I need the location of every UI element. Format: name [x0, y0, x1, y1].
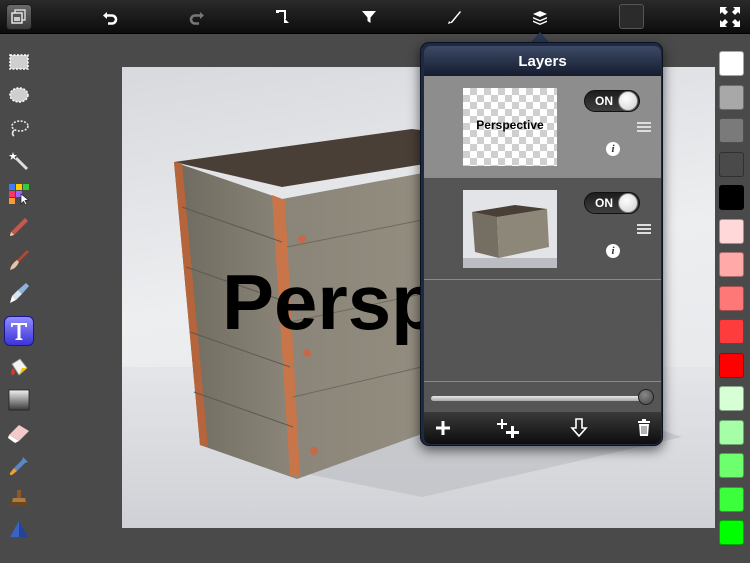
- adjust-button[interactable]: [441, 3, 469, 31]
- duplicate-layer-button[interactable]: [496, 416, 522, 440]
- layers-list: Perspective ON i ON i: [424, 76, 661, 412]
- text-tool[interactable]: [4, 316, 34, 346]
- color-select-icon: [9, 184, 30, 205]
- gradient-tool[interactable]: [4, 385, 34, 415]
- delete-layer-button[interactable]: [631, 416, 657, 440]
- lasso-icon: [11, 120, 29, 137]
- color-swatch[interactable]: [719, 486, 744, 512]
- undo-icon: [103, 12, 118, 25]
- layer-row-text[interactable]: Perspective ON i: [424, 76, 661, 178]
- ellipse-select-tool[interactable]: [4, 80, 34, 110]
- fill-bucket-icon: [11, 358, 28, 376]
- toggle-knob: [618, 91, 638, 111]
- layers-title: Layers: [424, 46, 661, 76]
- color-swatch[interactable]: [719, 84, 744, 110]
- layer-visibility-toggle[interactable]: ON: [584, 192, 640, 214]
- filters-button[interactable]: [355, 3, 383, 31]
- gallery-button[interactable]: [6, 4, 32, 30]
- add-layer-icon: [436, 421, 450, 435]
- color-select-tool[interactable]: [4, 179, 34, 209]
- magic-wand-icon: [9, 152, 29, 171]
- color-swatch[interactable]: [719, 453, 744, 478]
- color-swatch[interactable]: [719, 51, 744, 76]
- color-swatch[interactable]: [719, 285, 744, 311]
- color-swatch[interactable]: [719, 118, 744, 143]
- smudge-tool[interactable]: [4, 278, 34, 308]
- expand-icon: [720, 7, 740, 27]
- lasso-tool[interactable]: [4, 113, 34, 143]
- undo-button[interactable]: [96, 3, 124, 31]
- top-toolbar: [0, 0, 750, 34]
- layer-thumb-text: Perspective: [476, 118, 544, 132]
- color-swatch[interactable]: [719, 185, 744, 210]
- layer-row-photo[interactable]: ON i: [424, 178, 661, 280]
- color-swatch[interactable]: [719, 352, 744, 378]
- slider-track[interactable]: [431, 396, 646, 401]
- layers-button[interactable]: [526, 3, 554, 31]
- layers-footer: [424, 412, 661, 444]
- ellipse-select-icon: [9, 87, 29, 103]
- sharpen-tool[interactable]: [4, 514, 34, 544]
- fullscreen-button[interactable]: [716, 3, 744, 31]
- pencil-icon: [10, 218, 28, 236]
- color-swatch[interactable]: [719, 151, 744, 177]
- smudge-icon: [10, 283, 29, 303]
- duplicate-layer-icon: [497, 419, 519, 438]
- color-swatch[interactable]: [719, 319, 744, 344]
- tools-panel: [0, 34, 38, 563]
- transform-icon: [276, 10, 289, 23]
- box-thumbnail: [463, 190, 557, 268]
- layer-visibility-toggle[interactable]: ON: [584, 90, 640, 112]
- sharpen-icon: [10, 521, 28, 537]
- color-swatch[interactable]: [719, 252, 744, 277]
- paintbrush-tool[interactable]: [4, 245, 34, 275]
- gradient-icon: [8, 389, 30, 411]
- stamp-icon: [10, 490, 28, 506]
- slider-knob[interactable]: [638, 389, 654, 405]
- drag-handle-icon[interactable]: [637, 122, 651, 132]
- add-layer-button[interactable]: [430, 416, 456, 440]
- layers-icon: [533, 11, 547, 25]
- funnel-icon: [362, 11, 376, 23]
- eraser-tool[interactable]: [4, 418, 34, 448]
- fill-bucket-tool[interactable]: [4, 352, 34, 382]
- eyedropper-tool[interactable]: [4, 451, 34, 481]
- toggle-knob: [618, 193, 638, 213]
- brush-tip-icon: [448, 11, 461, 24]
- layers-popover: Layers Perspective ON i ON i: [420, 42, 663, 446]
- current-color-button[interactable]: [619, 4, 644, 29]
- drag-handle-icon[interactable]: [637, 224, 651, 234]
- merge-down-icon: [570, 418, 588, 438]
- transform-button[interactable]: [269, 3, 297, 31]
- rect-select-tool[interactable]: [4, 47, 34, 77]
- rect-select-icon: [9, 54, 29, 70]
- paintbrush-icon: [10, 250, 29, 270]
- eyedropper-icon: [10, 457, 28, 475]
- color-swatch[interactable]: [719, 419, 744, 445]
- redo-button[interactable]: [183, 3, 211, 31]
- pencil-tool[interactable]: [4, 212, 34, 242]
- redo-icon: [189, 12, 204, 25]
- eraser-icon: [8, 425, 29, 443]
- stamp-tool[interactable]: [4, 484, 34, 514]
- info-icon[interactable]: i: [606, 244, 620, 258]
- trash-icon: [638, 419, 650, 436]
- layer-thumbnail: [463, 190, 557, 268]
- color-swatch[interactable]: [719, 520, 744, 545]
- color-swatch[interactable]: [719, 386, 744, 411]
- color-swatch[interactable]: [719, 218, 744, 244]
- merge-down-button[interactable]: [566, 416, 592, 440]
- text-tool-icon: [11, 323, 27, 340]
- gallery-icon: [11, 9, 26, 24]
- layer-opacity-slider[interactable]: [424, 381, 661, 411]
- info-icon[interactable]: i: [606, 142, 620, 156]
- magic-wand-tool[interactable]: [4, 146, 34, 176]
- layer-thumbnail: Perspective: [463, 88, 557, 166]
